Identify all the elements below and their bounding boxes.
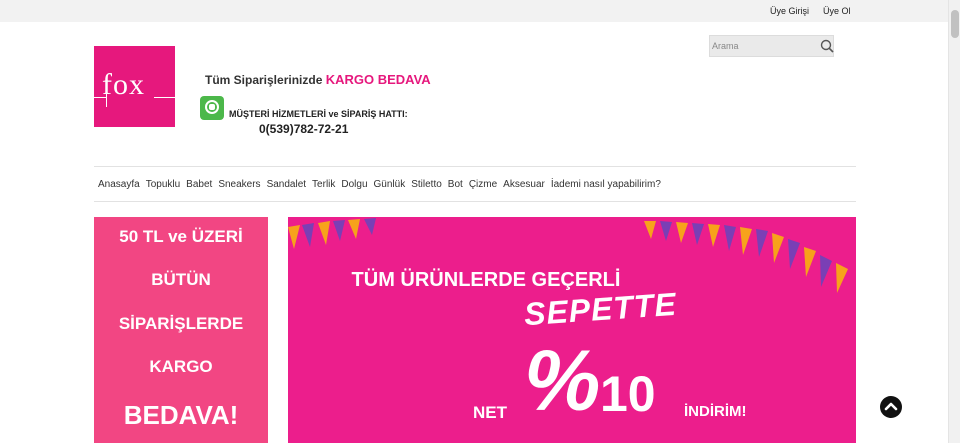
free-shipping-line: BÜTÜN: [151, 270, 211, 289]
logo-line: [154, 97, 175, 98]
free-shipping-line: KARGO: [149, 357, 213, 376]
search-input[interactable]: [710, 36, 814, 56]
search-box: [709, 35, 834, 57]
nav-item-topuklu[interactable]: Topuklu: [146, 179, 180, 190]
logo-line: [106, 85, 107, 107]
nav-item-dolgu[interactable]: Dolgu: [341, 179, 367, 190]
hotline-number[interactable]: 0(539)782-72-21: [259, 122, 348, 136]
whatsapp-icon[interactable]: [200, 96, 224, 120]
search-icon[interactable]: [820, 39, 834, 53]
scrollbar-thumb[interactable]: [951, 10, 959, 38]
nav-divider-bottom: [94, 201, 856, 202]
nav-item-sandalet[interactable]: Sandalet: [267, 179, 306, 190]
top-bar: Üye Girişi Üye Ol: [0, 0, 948, 22]
banner-net: NET: [473, 403, 507, 422]
free-shipping-banner[interactable]: 50 TL ve ÜZERİ BÜTÜN SİPARİŞLERDE KARGO …: [94, 217, 268, 443]
free-shipping-line: SİPARİŞLERDE: [118, 314, 244, 333]
chevron-up-icon: [884, 402, 898, 411]
promo-highlight: KARGO BEDAVA: [325, 72, 431, 87]
main-nav: Anasayfa Topuklu Babet Sneakers Sandalet…: [98, 179, 667, 190]
free-shipping-line: BEDAVA!: [123, 400, 239, 430]
promo-text: Tüm Siparişlerinizde: [205, 73, 323, 87]
discount-banner[interactable]: TÜM ÜRÜNLERDE GEÇERLİ SEPETTE NET % 10 İ…: [288, 217, 856, 443]
nav-item-anasayfa[interactable]: Anasayfa: [98, 179, 140, 190]
free-shipping-line: 50 TL ve ÜZERİ: [119, 227, 243, 246]
login-link[interactable]: Üye Girişi: [770, 6, 809, 16]
nav-item-gunluk[interactable]: Günlük: [374, 179, 406, 190]
scroll-to-top-button[interactable]: [880, 396, 902, 418]
nav-item-aksesuar[interactable]: Aksesuar: [503, 179, 545, 190]
hotline-label: MÜŞTERİ HİZMETLERİ ve SİPARİŞ HATTI:: [229, 109, 408, 119]
banner-discount: İNDİRİM!: [684, 403, 747, 420]
site-logo[interactable]: fox: [94, 46, 175, 127]
page-scrollbar[interactable]: [948, 0, 960, 443]
nav-item-terlik[interactable]: Terlik: [312, 179, 335, 190]
nav-item-sneakers[interactable]: Sneakers: [218, 179, 260, 190]
nav-divider-top: [94, 166, 856, 167]
logo-text: fox: [102, 68, 145, 101]
logo-line: [94, 97, 106, 98]
nav-item-cizme[interactable]: Çizme: [469, 179, 497, 190]
signup-link[interactable]: Üye Ol: [823, 6, 851, 16]
shipping-promo: Tüm Siparişlerinizde KARGO BEDAVA: [205, 72, 431, 87]
nav-item-bot[interactable]: Bot: [448, 179, 463, 190]
nav-item-babet[interactable]: Babet: [186, 179, 212, 190]
banner-amount: 10: [600, 366, 656, 422]
banner-percent-sign: %: [524, 333, 601, 429]
nav-item-iade[interactable]: İademi nasıl yapabilirim?: [551, 179, 661, 190]
nav-item-stiletto[interactable]: Stiletto: [411, 179, 442, 190]
